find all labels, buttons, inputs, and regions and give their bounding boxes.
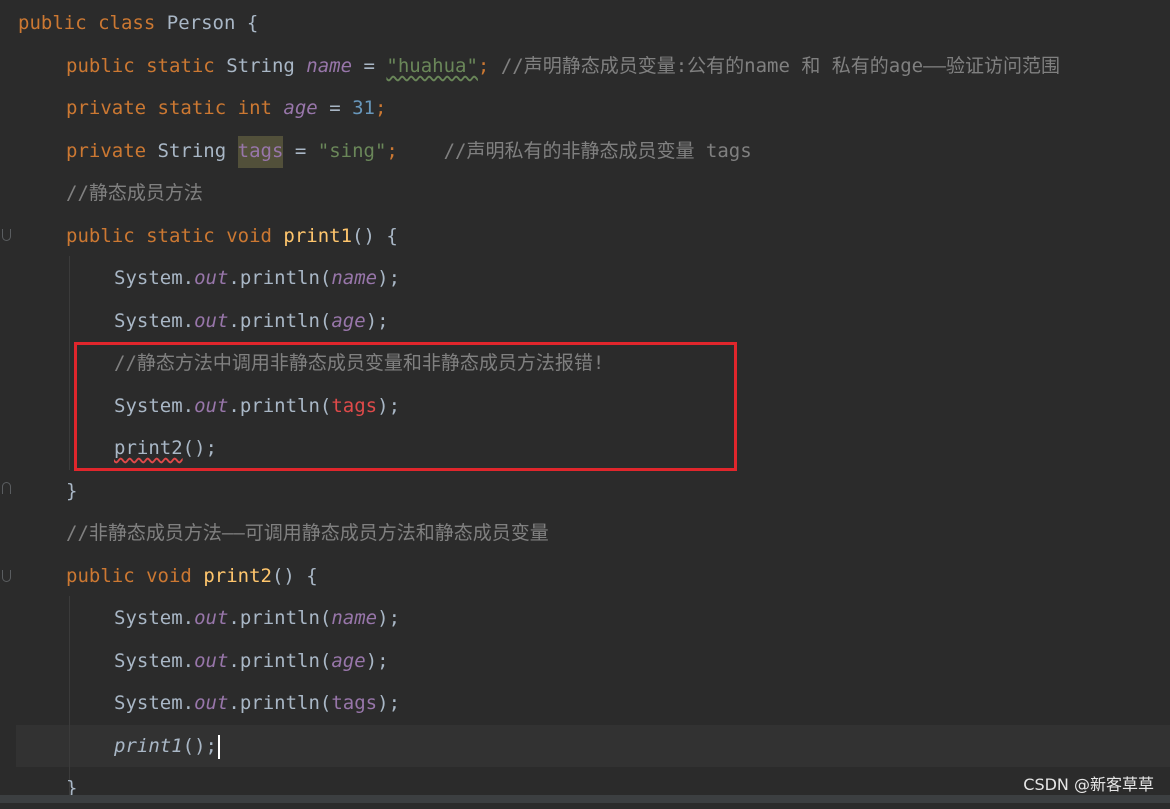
- code-line-5[interactable]: //静态成员方法: [66, 172, 203, 214]
- code-line-17[interactable]: System.out.println(tags);: [114, 682, 400, 724]
- static-field-token: out: [194, 267, 229, 289]
- class-token: System.: [114, 692, 195, 714]
- code-line-13[interactable]: //非静态成员方法——可调用静态成员方法和静态成员变量: [66, 512, 549, 554]
- class-token: System.: [114, 607, 195, 629]
- method-call-token: .println(: [228, 267, 332, 289]
- code-line-3[interactable]: private static int age = 31;: [66, 87, 386, 129]
- semicolon-token: ;: [477, 55, 490, 77]
- keyword-token: int: [237, 97, 272, 119]
- paren-token: );: [377, 607, 401, 629]
- class-token: System.: [114, 310, 195, 332]
- fold-open-icon[interactable]: [2, 229, 11, 241]
- paren-token: () {: [352, 225, 398, 247]
- brace-token: }: [66, 480, 78, 502]
- field-token: name: [306, 55, 353, 77]
- type-token: String: [157, 140, 227, 162]
- fold-close-icon[interactable]: [2, 482, 11, 494]
- code-line-4[interactable]: private String tags = "sing"; //声明私有的非静态…: [66, 130, 752, 172]
- comment-token: //声明私有的非静态成员变量 tags: [443, 140, 752, 162]
- code-line-2[interactable]: public static String name = "huahua"; //…: [66, 45, 1060, 87]
- method-call-token: .println(: [228, 310, 332, 332]
- fold-open-icon[interactable]: [2, 570, 11, 582]
- string-token: "huahua": [386, 55, 478, 77]
- method-call-token: .println(: [228, 607, 332, 629]
- method-call-token: .println(: [228, 692, 332, 714]
- paren-token: );: [365, 310, 389, 332]
- type-token: String: [226, 55, 295, 77]
- operator-token: =: [294, 140, 307, 162]
- editor-gutter: [0, 0, 16, 803]
- operator-token: =: [329, 97, 341, 119]
- keyword-token: private: [66, 140, 147, 162]
- class-token: System.: [114, 650, 195, 672]
- paren-token: );: [365, 650, 389, 672]
- code-line-16[interactable]: System.out.println(age);: [114, 640, 389, 682]
- static-field-token: out: [194, 692, 229, 714]
- paren-token: ();: [182, 735, 217, 757]
- field-token: age: [283, 97, 318, 119]
- comment-token: //非静态成员方法——可调用静态成员方法和静态成员变量: [66, 522, 549, 544]
- field-token: age: [331, 650, 366, 672]
- class-name-token: Person: [166, 12, 236, 34]
- field-token: tags: [237, 136, 284, 168]
- code-line-18[interactable]: print1();: [114, 725, 220, 767]
- string-token: "sing": [317, 140, 387, 162]
- paren-token: );: [377, 692, 401, 714]
- static-field-token: out: [194, 607, 229, 629]
- indent-guide: [69, 596, 70, 796]
- keyword-token: class: [98, 12, 156, 34]
- operator-token: =: [363, 55, 375, 77]
- brace-token: {: [246, 12, 259, 34]
- number-token: 31: [352, 97, 375, 119]
- method-call-token: .println(: [228, 650, 332, 672]
- keyword-token: static: [146, 225, 215, 247]
- keyword-token: static: [146, 55, 215, 77]
- field-token: tags: [331, 692, 378, 714]
- keyword-token: public: [66, 55, 135, 77]
- paren-token: );: [377, 267, 401, 289]
- keyword-token: void: [146, 565, 192, 587]
- comment-token: //声明静态成员变量:公有的name 和 私有的age——验证访问范围: [500, 55, 1060, 77]
- keyword-token: void: [226, 225, 272, 247]
- field-token: name: [331, 607, 378, 629]
- keyword-token: static: [157, 97, 227, 119]
- method-call-token: print1: [114, 735, 183, 757]
- comment-token: //静态成员方法: [66, 182, 203, 204]
- keyword-token: public: [66, 565, 135, 587]
- code-line-15[interactable]: System.out.println(name);: [114, 597, 400, 639]
- method-name-token: print2: [203, 565, 272, 587]
- keyword-token: private: [66, 97, 147, 119]
- code-editor[interactable]: public class Person { public static Stri…: [0, 0, 1170, 803]
- code-line-8[interactable]: System.out.println(age);: [114, 300, 389, 342]
- static-field-token: out: [194, 310, 229, 332]
- code-line-12[interactable]: }: [66, 470, 77, 512]
- keyword-token: public: [66, 225, 135, 247]
- method-name-token: print1: [283, 225, 353, 247]
- field-token: age: [331, 310, 366, 332]
- static-field-token: out: [194, 650, 229, 672]
- code-line-7[interactable]: System.out.println(name);: [114, 257, 400, 299]
- field-token: name: [331, 267, 378, 289]
- horizontal-scrollbar[interactable]: [0, 795, 1170, 803]
- annotation-highlight-box: [74, 342, 737, 471]
- semicolon-token: ;: [374, 97, 387, 119]
- text-caret: [217, 734, 220, 759]
- keyword-token: public: [18, 12, 87, 34]
- code-line-14[interactable]: public void print2() {: [66, 555, 318, 597]
- watermark: CSDN @新客草草: [1023, 775, 1154, 794]
- semicolon-token: ;: [386, 140, 398, 162]
- paren-token: () {: [271, 565, 318, 587]
- code-line-1[interactable]: public class Person {: [18, 2, 258, 44]
- indent-guide: [69, 256, 70, 470]
- code-line-6[interactable]: public static void print1() {: [66, 215, 398, 257]
- class-token: System.: [114, 267, 195, 289]
